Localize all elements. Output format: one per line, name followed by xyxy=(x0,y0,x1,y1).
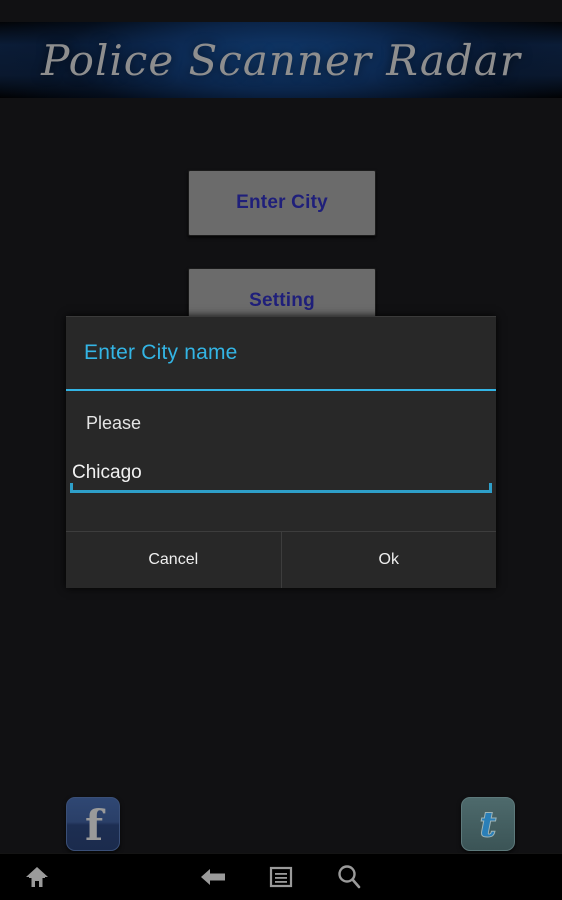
dialog-ok-label: Ok xyxy=(378,551,399,568)
menu-icon[interactable] xyxy=(266,863,296,891)
dialog-message: Please xyxy=(86,413,142,433)
app-root: Police Scanner Radar Enter City Setting … xyxy=(0,0,562,900)
dialog-spacer xyxy=(66,503,496,531)
system-navigation-bar xyxy=(0,853,562,900)
city-input-underline xyxy=(70,483,492,493)
dialog-cancel-button[interactable]: Cancel xyxy=(66,532,281,588)
dialog-title: Enter City name xyxy=(84,341,238,364)
city-input[interactable] xyxy=(70,462,492,490)
home-icon[interactable] xyxy=(22,863,52,891)
dialog-button-bar: Cancel Ok xyxy=(66,532,496,588)
dialog-ok-button[interactable]: Ok xyxy=(280,532,496,588)
enter-city-dialog: Enter City name Please Cancel Ok xyxy=(66,316,496,588)
dialog-scrim: Enter City name Please Cancel Ok xyxy=(0,0,562,900)
dialog-title-bar: Enter City name xyxy=(66,317,496,389)
dialog-cancel-label: Cancel xyxy=(148,551,199,568)
dialog-body: Please xyxy=(66,391,496,503)
city-input-wrapper[interactable] xyxy=(70,462,492,499)
search-icon[interactable] xyxy=(334,863,364,891)
back-icon[interactable] xyxy=(198,863,228,891)
